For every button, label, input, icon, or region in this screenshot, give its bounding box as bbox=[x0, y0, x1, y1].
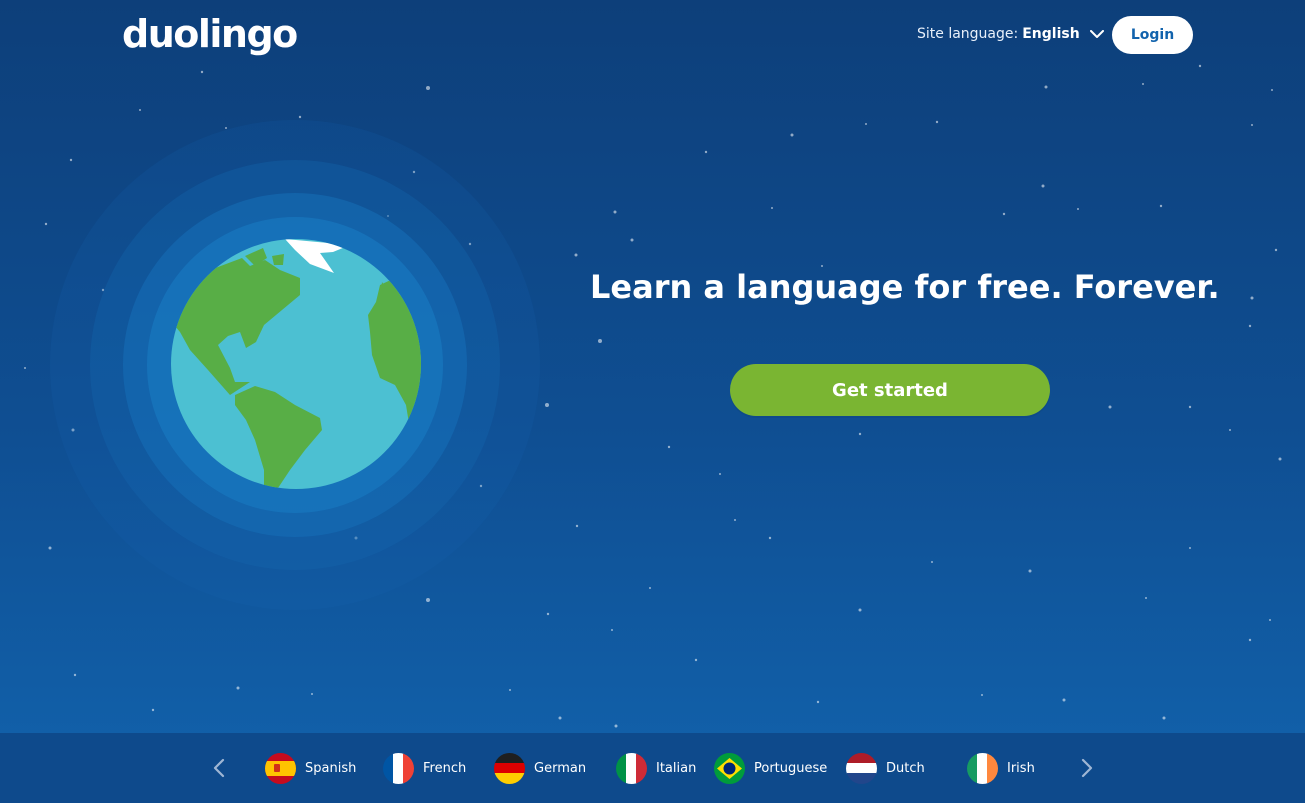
site-language-value: English bbox=[1022, 26, 1080, 42]
language-item-portuguese[interactable]: Portuguese bbox=[714, 752, 827, 784]
get-started-button[interactable]: Get started bbox=[730, 364, 1050, 416]
language-label: Portuguese bbox=[754, 760, 828, 776]
language-label: Dutch bbox=[886, 760, 925, 776]
language-label: Irish bbox=[1007, 760, 1035, 776]
carousel-next-button[interactable] bbox=[1075, 755, 1099, 781]
language-item-french[interactable]: French bbox=[383, 752, 466, 784]
site-language-selector[interactable]: Site language: English bbox=[917, 26, 1104, 42]
language-item-german[interactable]: German bbox=[494, 752, 586, 784]
language-label: Spanish bbox=[305, 760, 357, 776]
italy-flag-icon bbox=[616, 752, 647, 784]
language-label: French bbox=[423, 760, 467, 776]
duolingo-logo[interactable]: duolingo bbox=[122, 12, 298, 56]
language-label: German bbox=[534, 760, 587, 776]
language-item-spanish[interactable]: Spanish bbox=[265, 752, 356, 784]
hero-headline: Learn a language for free. Forever. bbox=[590, 268, 1220, 306]
language-item-italian[interactable]: Italian bbox=[616, 752, 696, 784]
spain-flag-icon bbox=[265, 752, 296, 784]
language-label: Italian bbox=[656, 760, 697, 776]
chevron-left-icon bbox=[213, 758, 225, 778]
ireland-flag-icon bbox=[967, 752, 998, 784]
germany-flag-icon bbox=[494, 752, 525, 784]
carousel-prev-button[interactable] bbox=[207, 755, 231, 781]
login-button[interactable]: Login bbox=[1112, 16, 1193, 54]
france-flag-icon bbox=[383, 752, 414, 784]
globe-illustration bbox=[50, 120, 540, 610]
language-item-irish[interactable]: Irish bbox=[967, 752, 1035, 784]
chevron-down-icon bbox=[1089, 29, 1104, 38]
brazil-flag-icon bbox=[714, 752, 745, 784]
top-header: duolingo Site language: English Login bbox=[0, 0, 1305, 72]
language-item-dutch[interactable]: Dutch bbox=[846, 752, 925, 784]
netherlands-flag-icon bbox=[846, 752, 877, 784]
chevron-right-icon bbox=[1081, 758, 1093, 778]
site-language-label: Site language: bbox=[917, 26, 1019, 42]
